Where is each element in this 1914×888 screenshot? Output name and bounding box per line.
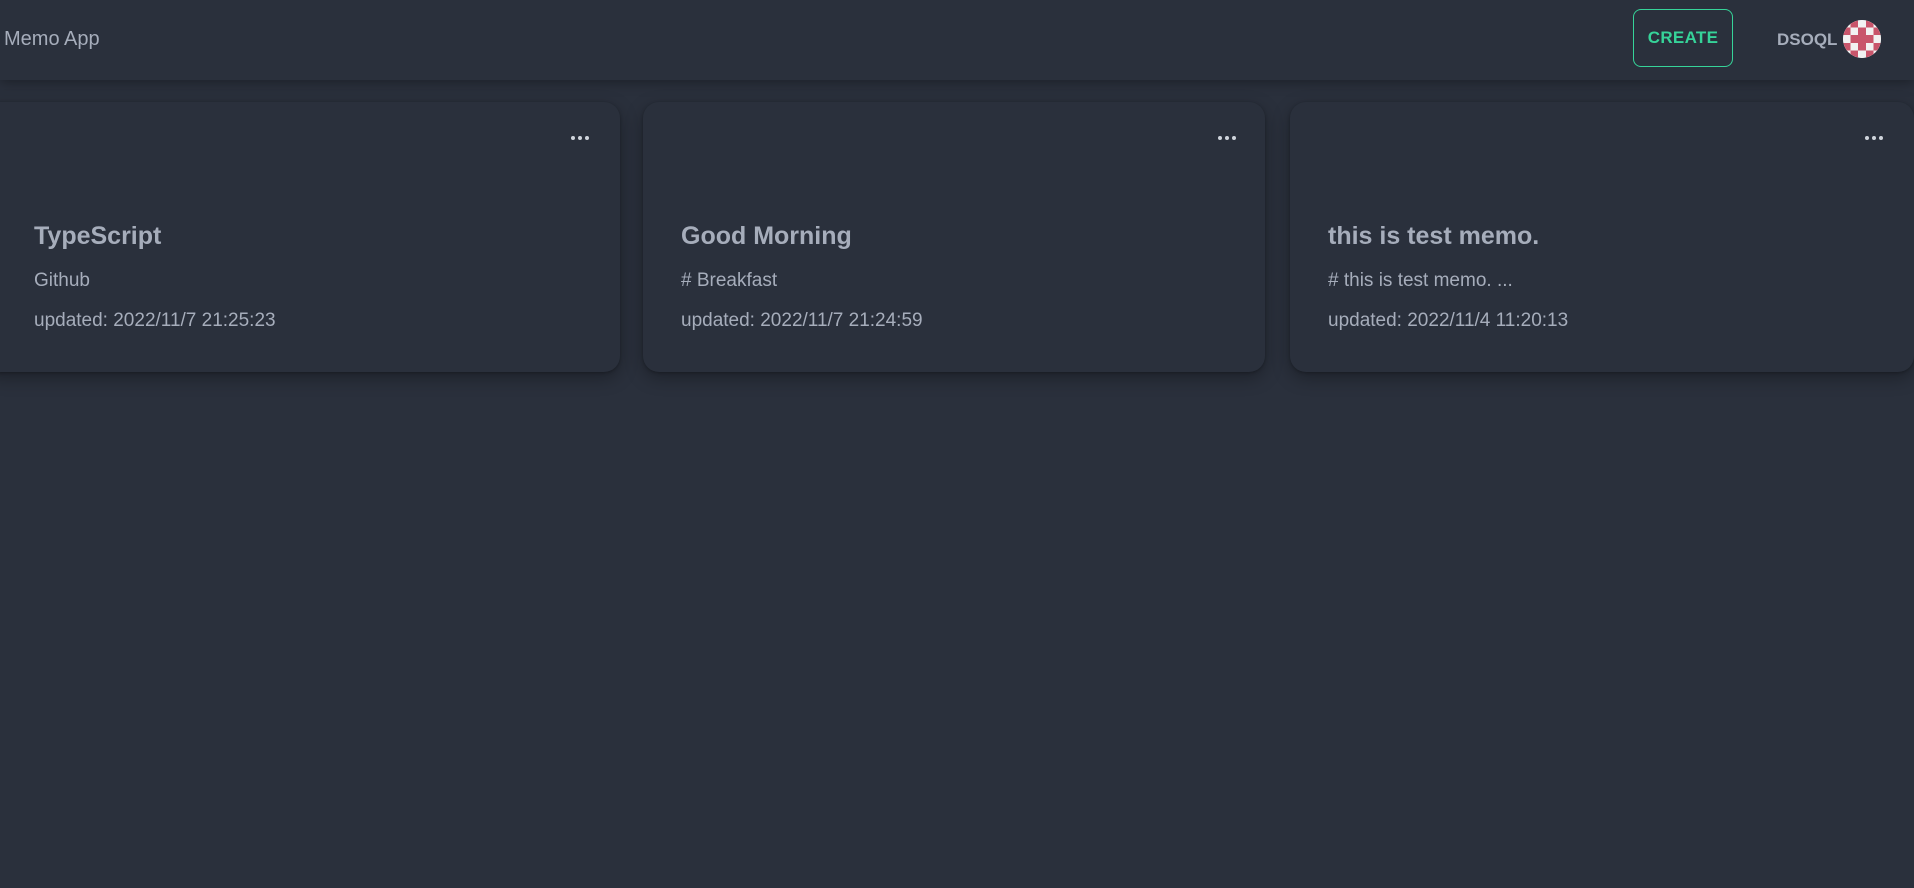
memo-title: Good Morning [681,222,852,250]
memo-body: Github [34,270,90,291]
navbar: Memo App CREATE DSOQL [0,0,1914,80]
memo-body: # Breakfast [681,270,778,291]
memo-updated: updated: 2022/11/4 11:20:13 [1328,310,1569,331]
user-name[interactable]: DSOQL [1777,30,1837,50]
memo-updated: updated: 2022/11/7 21:25:23 [34,310,276,331]
create-button[interactable]: CREATE [1633,9,1733,67]
memo-updated: updated: 2022/11/7 21:24:59 [681,310,923,331]
memo-body: # this is test memo. ... [1328,270,1513,291]
more-horizontal-icon[interactable] [566,126,594,150]
app-title[interactable]: Memo App [4,28,100,51]
avatar[interactable] [1843,20,1881,58]
identicon-avatar-icon [1843,20,1881,58]
memo-title: this is test memo. [1328,222,1540,250]
more-horizontal-icon[interactable] [1213,126,1241,150]
more-horizontal-icon[interactable] [1860,126,1888,150]
memo-title: TypeScript [34,222,162,250]
